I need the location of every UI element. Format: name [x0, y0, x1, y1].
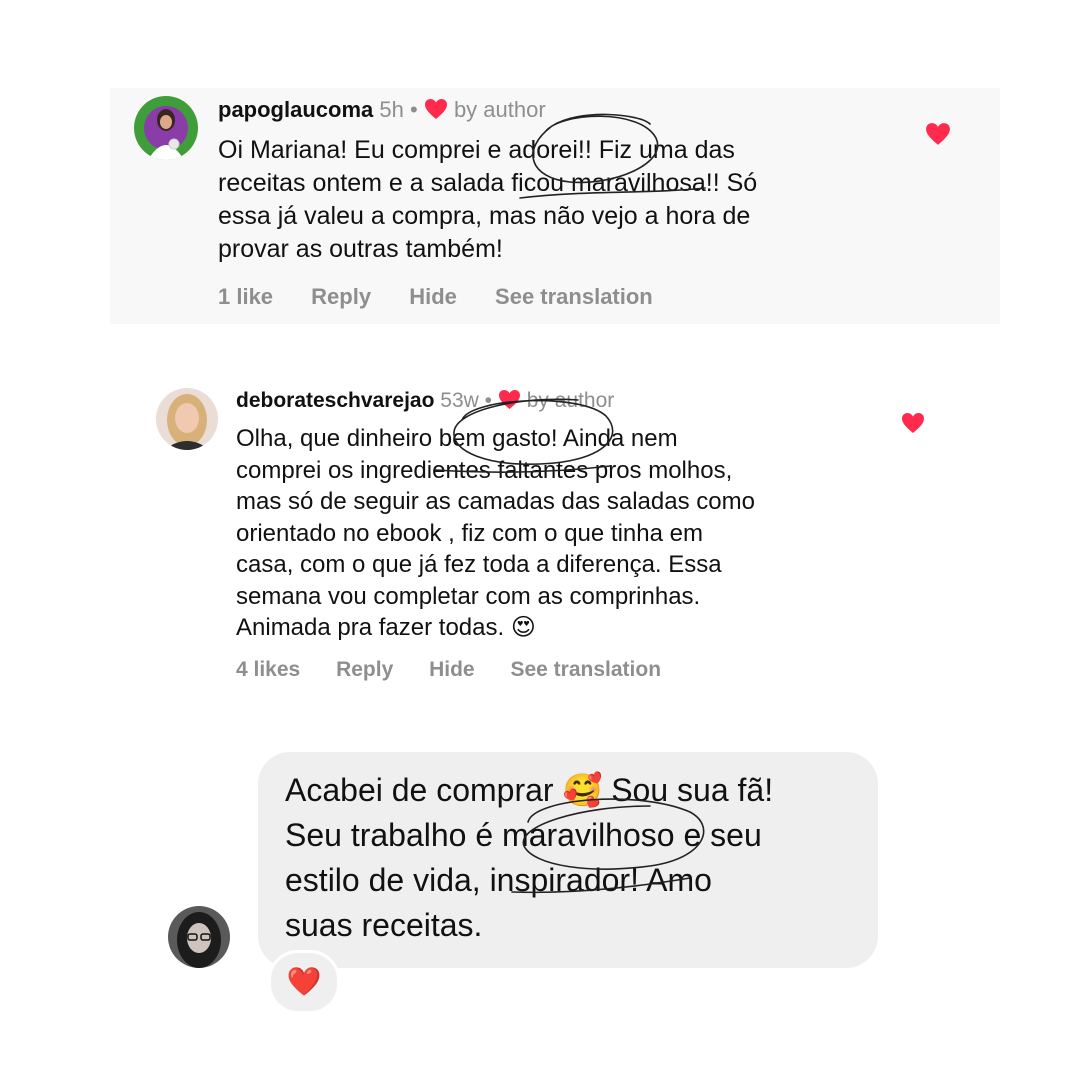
comment-line: casa, com o que já fez toda a diferença.… — [236, 551, 722, 578]
timestamp[interactable]: 5h — [379, 97, 403, 122]
message-line: Seu trabalho é maravilhoso e seu — [285, 817, 762, 853]
message-text: Acabei de comprar 🥰 Sou sua fã! Seu trab… — [285, 768, 865, 948]
reaction-badge[interactable]: ❤️ — [268, 950, 340, 1014]
comment-line: provar as outras também! — [218, 235, 503, 263]
reply-button[interactable]: Reply — [336, 658, 393, 681]
username[interactable]: deborateschvarejao — [236, 389, 434, 412]
comment-line: Animada pra fazer todas. 😍 — [236, 614, 536, 641]
comment-body: Oi Mariana! Eu comprei e adorei!! Fiz um… — [218, 134, 918, 266]
avatar-papoglaucoma[interactable] — [134, 96, 198, 160]
comment-actions: 4 likes Reply Hide See translation — [236, 658, 661, 682]
comment-line: mas só de seguir as camadas das saladas … — [236, 488, 755, 515]
comment-line: semana vou completar com as comprinhas. — [236, 582, 701, 610]
like-heart-icon[interactable] — [925, 122, 951, 151]
comment-line: Olha, que dinheiro bem gasto! Ainda nem — [236, 425, 678, 452]
heart-icon — [498, 389, 521, 417]
by-author-label: by author — [526, 389, 615, 412]
hide-button[interactable]: Hide — [429, 658, 475, 681]
hide-button[interactable]: Hide — [409, 284, 457, 309]
username[interactable]: papoglaucoma — [218, 97, 373, 122]
comment-line: comprei os ingredientes faltantes pros m… — [236, 456, 733, 484]
reply-button[interactable]: Reply — [311, 284, 371, 309]
comment-line: orientado no ebook , fiz com o que tinha… — [236, 519, 703, 547]
likes-count[interactable]: 1 like — [218, 284, 273, 309]
message-line: estilo de vida, inspirador! Amo — [285, 862, 712, 898]
likes-count[interactable]: 4 likes — [236, 658, 300, 681]
like-heart-icon[interactable] — [901, 412, 925, 439]
comment-header: papoglaucoma 5h • by author — [218, 96, 546, 124]
comment-body: Olha, que dinheiro bem gasto! Ainda nem … — [236, 423, 916, 644]
separator-dot: • — [409, 97, 418, 122]
red-heart-icon: ❤️ — [286, 966, 322, 997]
see-translation-button[interactable]: See translation — [510, 658, 661, 681]
see-translation-button[interactable]: See translation — [495, 284, 653, 309]
comment-actions: 1 like Reply Hide See translation — [218, 284, 653, 310]
comment-line: receitas ontem e a salada ficou maravilh… — [218, 169, 758, 197]
comment-header: deborateschvarejao 53w • by author — [236, 388, 614, 414]
avatar-deborateschvarejao[interactable] — [156, 388, 218, 450]
message-line: suas receitas. — [285, 907, 483, 943]
message-line: Acabei de comprar 🥰 Sou sua fã! — [285, 772, 774, 808]
separator-dot: • — [484, 389, 493, 412]
timestamp[interactable]: 53w — [440, 389, 479, 412]
by-author-label: by author — [453, 97, 546, 122]
heart-icon — [424, 98, 448, 127]
comment-line: Oi Mariana! Eu comprei e adorei!! Fiz um… — [218, 136, 735, 164]
comment-line: essa já valeu a compra, mas não vejo a h… — [218, 202, 751, 230]
avatar-sender[interactable] — [168, 906, 230, 968]
